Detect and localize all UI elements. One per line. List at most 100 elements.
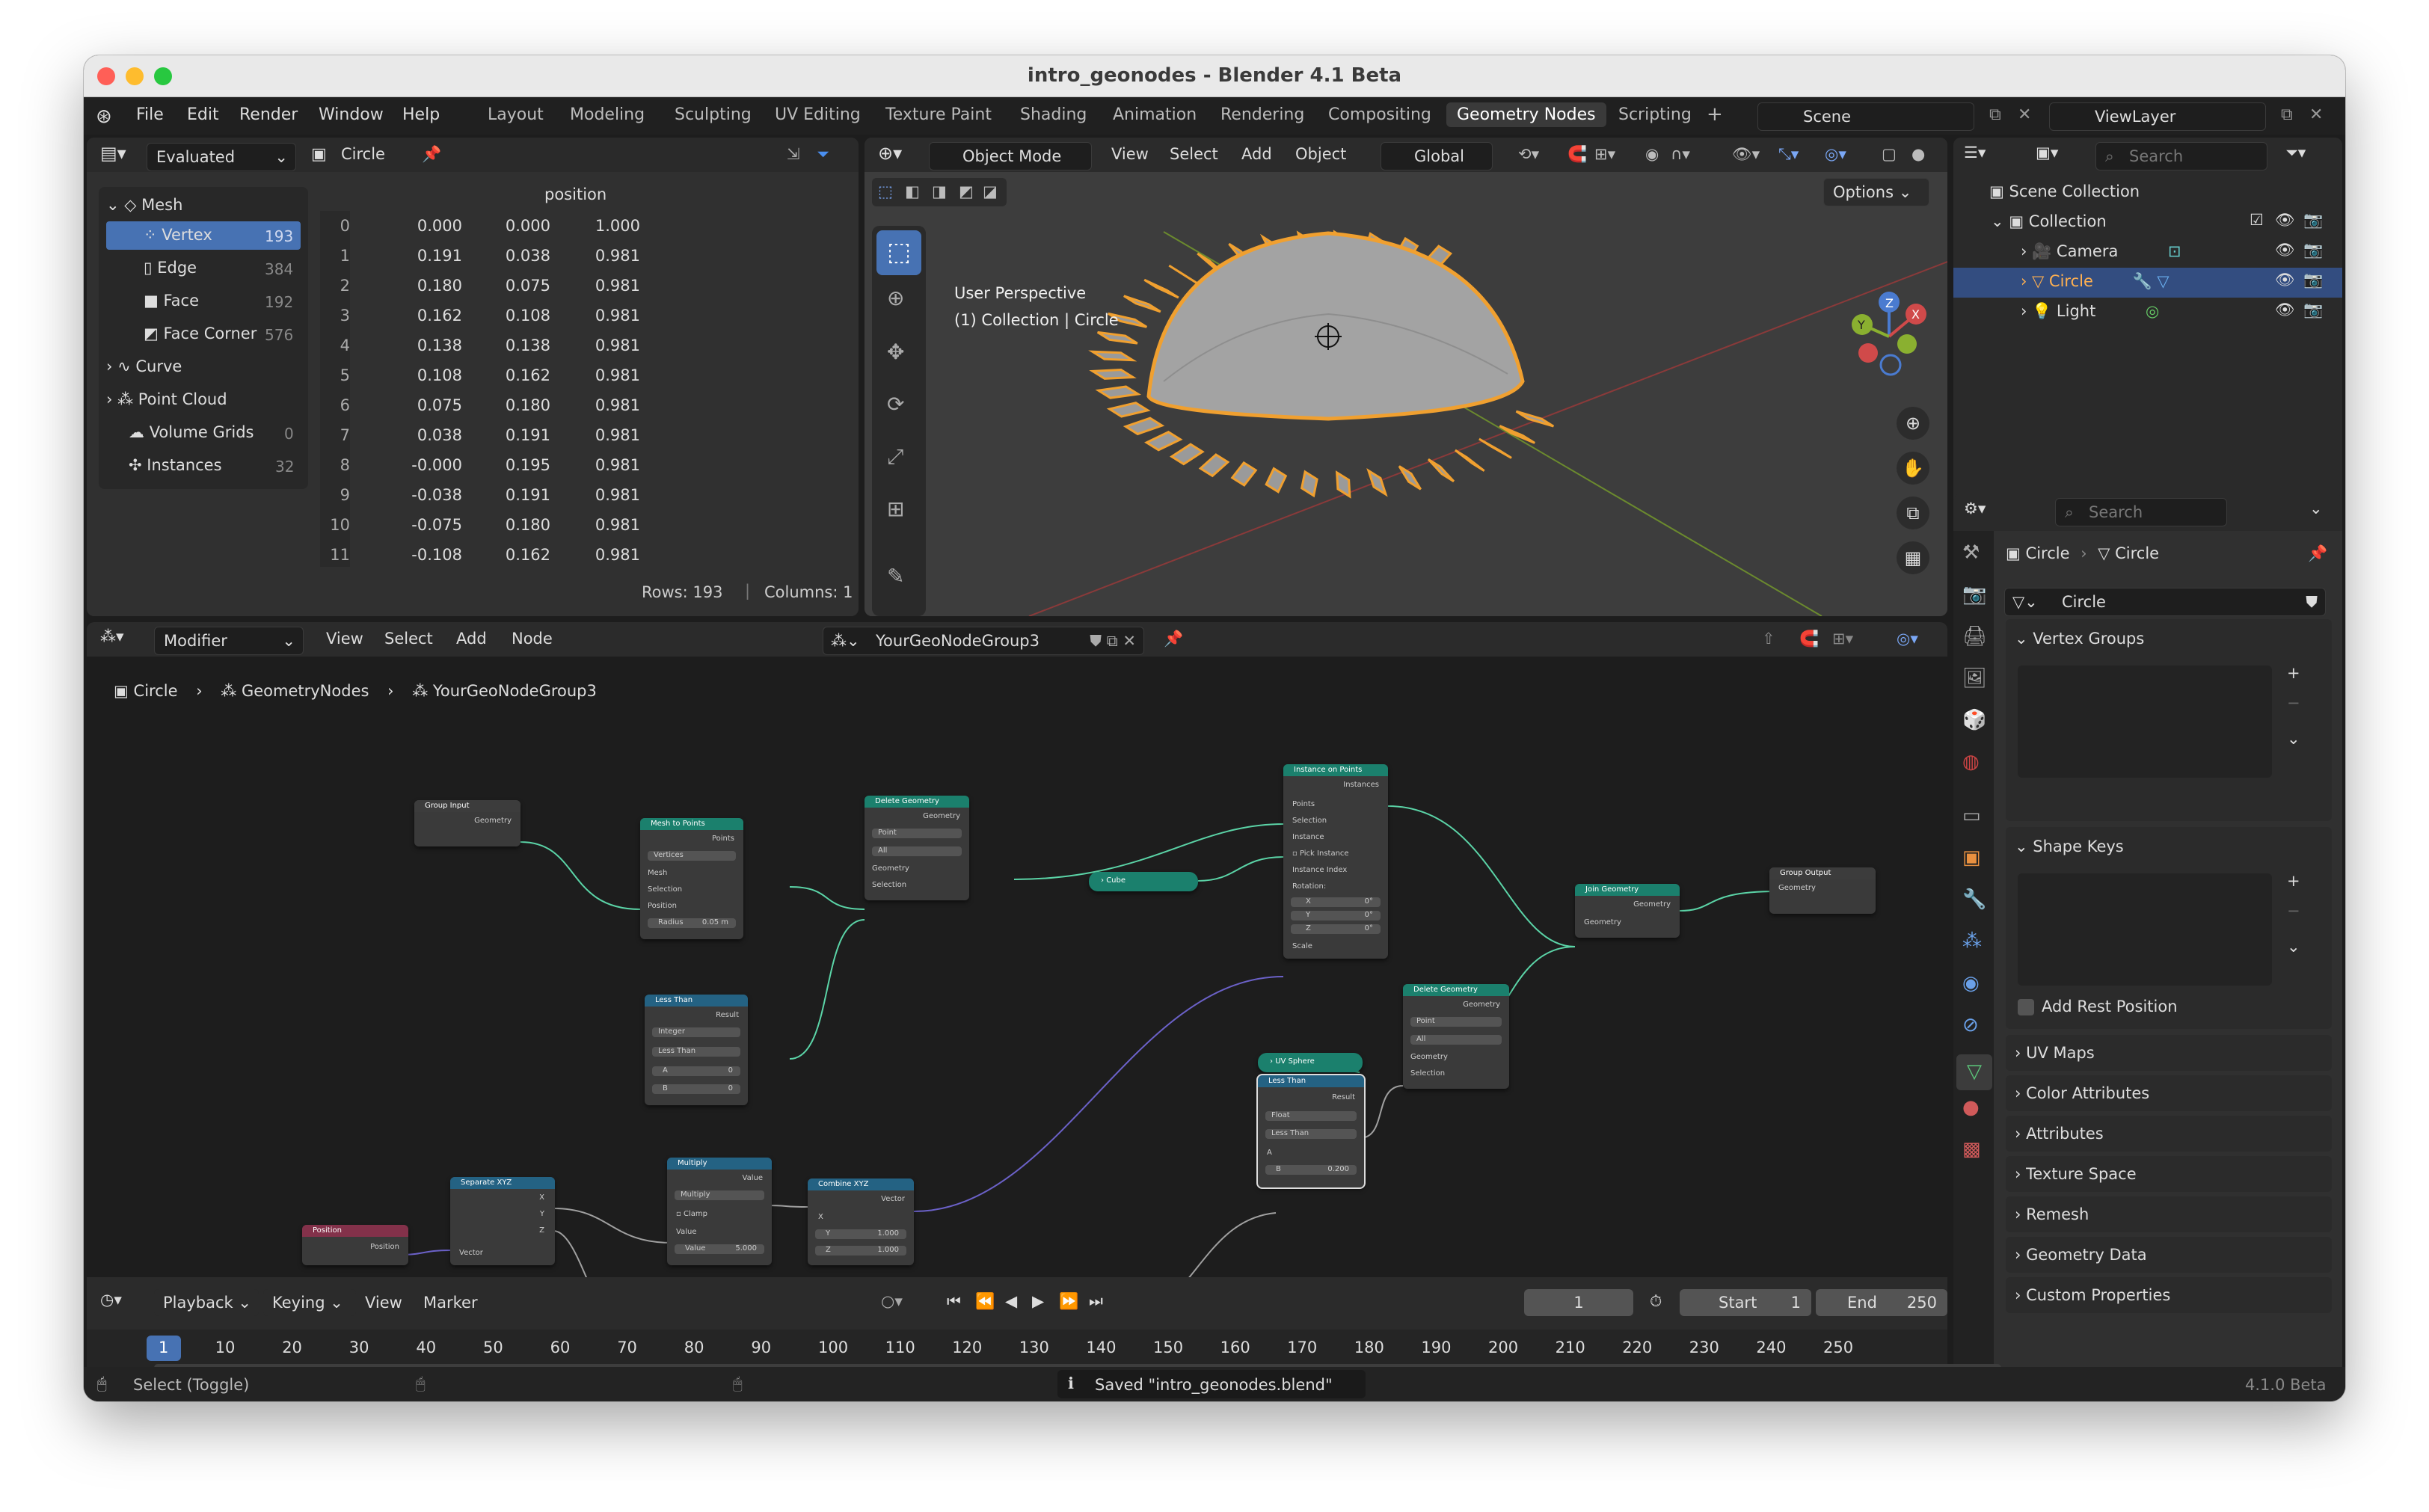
select-subtract-icon[interactable]: ◨ [932, 182, 947, 200]
tab-rendering[interactable]: Rendering [1220, 105, 1304, 124]
transform-tool-icon[interactable]: ⊞ [887, 497, 904, 521]
node-cube-collapsed[interactable]: › Cube [1089, 872, 1198, 891]
jump-start-icon[interactable]: ⏮ [947, 1292, 961, 1311]
domain-face[interactable]: ■ Face [144, 292, 199, 310]
select-intersect-icon[interactable]: ◪ [983, 182, 998, 200]
outliner-editor-type-icon[interactable]: ☰▾ [1964, 144, 1986, 162]
geometry-node-editor[interactable]: ⁂▾ Modifier ⌄ View Select Add Node ⁂⌄ Your… [87, 622, 1947, 1331]
start-frame-field[interactable]: Start 1 [1680, 1289, 1811, 1316]
tab-animation[interactable]: Animation [1113, 105, 1197, 124]
node-separate-xyz[interactable]: Separate XYZ X Y Z Vector [450, 1177, 555, 1265]
add-workspace-icon[interactable]: + [1707, 103, 1723, 126]
timeline-menu-view[interactable]: View [365, 1294, 402, 1312]
editor-type-icon[interactable]: ▤▾ [100, 143, 126, 164]
world-tab-icon[interactable]: ◍ [1962, 751, 1980, 773]
selected-only-icon[interactable]: ⇲ [787, 145, 800, 163]
timeline-menu-marker[interactable]: Marker [423, 1294, 478, 1312]
filter-icon[interactable]: ⏷ [817, 145, 829, 164]
outliner-circle[interactable]: › ▽ Circle 🔧 ▽ [2021, 272, 2169, 291]
tab-shading[interactable]: Shading [1020, 105, 1087, 124]
remove-vertex-group-icon[interactable]: − [2287, 694, 2300, 712]
modifier-tab-icon[interactable]: 🔧 [1962, 888, 1986, 911]
options-dropdown[interactable]: Options ⌄ [1823, 178, 1929, 206]
delete-view-layer-icon[interactable]: ✕ [2309, 105, 2323, 124]
vertex-group-specials-icon[interactable]: ⌄ [2287, 730, 2300, 748]
viewport-menu-view[interactable]: View [1111, 145, 1149, 163]
auto-keying-icon[interactable]: ○▾ [881, 1292, 903, 1310]
node-group-output[interactable]: Group Output Geometry [1769, 867, 1876, 914]
node-instance-on-points[interactable]: Instance on Points Instances Points Sele… [1283, 764, 1388, 959]
node-position[interactable]: Position Position [302, 1225, 408, 1265]
collection-render-camera-icon[interactable]: 📷 [2303, 211, 2323, 230]
collection-visibility-eye-icon[interactable]: 👁 [2275, 211, 2295, 230]
tab-texture-paint[interactable]: Texture Paint [885, 105, 992, 124]
xray-icon[interactable]: ▢ [1882, 145, 1897, 163]
evaluation-mode-dropdown[interactable]: Evaluated ⌄ [147, 143, 296, 171]
scene-selector[interactable]: Scene [1757, 102, 1974, 131]
blender-logo-icon[interactable]: ⊛ [96, 105, 112, 128]
mesh-data-selector[interactable]: ▽⌄ Circle ⛊ [2004, 588, 2326, 616]
add-shape-key-icon[interactable]: + [2287, 872, 2300, 890]
tab-compositing[interactable]: Compositing [1328, 105, 1431, 124]
attributes-panel[interactable]: › Attributes [2006, 1116, 2332, 1152]
move-tool-icon[interactable]: ✥ [887, 339, 904, 364]
new-scene-icon[interactable]: ⧉ [1989, 105, 2001, 124]
select-invert-icon[interactable]: ◩ [959, 182, 974, 200]
outliner-search[interactable]: ⌕ Search [2095, 142, 2267, 170]
viewport-menu-select[interactable]: Select [1170, 145, 1218, 163]
remesh-panel[interactable]: › Remesh [2006, 1196, 2332, 1232]
select-tool-icon[interactable]: ⬚ [876, 230, 921, 275]
properties-options-icon[interactable]: ⌄ [2309, 500, 2323, 517]
annotate-tool-icon[interactable]: ✎ [887, 564, 904, 588]
outliner-scene-collection[interactable]: ▣ Scene Collection [1989, 182, 2140, 200]
domain-face-corner[interactable]: ◩ Face Corner [144, 325, 257, 342]
zoom-icon[interactable]: ⊕ [1897, 407, 1929, 440]
camera-view-icon[interactable]: ⧉ [1897, 497, 1929, 529]
overlay-icon[interactable]: ◎▾ [1825, 145, 1846, 163]
add-vertex-group-icon[interactable]: + [2287, 664, 2300, 682]
output-tab-icon[interactable]: 🖨 [1962, 625, 1987, 648]
domain-edge[interactable]: ▯ Edge [144, 259, 197, 277]
light-visibility-eye-icon[interactable]: 👁 [2275, 301, 2295, 319]
data-tab-icon[interactable]: ▽ [1956, 1054, 1992, 1090]
current-frame-field[interactable]: 1 [1524, 1289, 1633, 1316]
transform-orientation-dropdown[interactable]: Global [1381, 142, 1493, 170]
node-mesh-to-points[interactable]: Mesh to Points Points Vertices Mesh Sele… [640, 818, 743, 939]
properties-search[interactable]: ⌕ Search [2055, 498, 2227, 526]
domain-volume-grids[interactable]: ☁ Volume Grids [129, 423, 254, 441]
playback-menu[interactable]: Playback ⌄ [154, 1289, 259, 1316]
play-icon[interactable]: ▶ [1032, 1292, 1044, 1310]
light-render-icon[interactable]: 📷 [2303, 301, 2323, 319]
outliner-collection[interactable]: ⌄ ▣ Collection [1991, 212, 2107, 230]
outliner-camera[interactable]: › 🎥 Camera ⊡ [2021, 242, 2181, 261]
snap-icon[interactable]: 🧲 [1567, 145, 1587, 164]
add-rest-position-checkbox[interactable]: Add Rest Position [2018, 998, 2178, 1015]
domain-instances[interactable]: ✣ Instances [129, 456, 222, 474]
stopwatch-icon[interactable]: ⏱ [1650, 1292, 1662, 1311]
select-extend-icon[interactable]: ◧ [905, 182, 920, 200]
pin-icon[interactable]: 📌 [422, 145, 441, 164]
3d-viewport[interactable]: ⊕▾ Object Mode View Select Add Object Gl… [865, 138, 1947, 616]
node-multiply[interactable]: Multiply Value Multiply ▫ Clamp Value Va… [667, 1158, 772, 1265]
custom-properties-panel[interactable]: › Custom Properties [2006, 1277, 2332, 1313]
constraints-tab-icon[interactable]: ⊘ [1962, 1014, 1979, 1036]
column-header-position[interactable]: position [544, 185, 607, 203]
viewport-editor-type-icon[interactable]: ⊕▾ [878, 143, 902, 164]
pivot-icon[interactable]: ⟲▾ [1518, 145, 1539, 163]
gizmo-icon[interactable]: ⤡▾ [1778, 145, 1799, 164]
tab-uv-editing[interactable]: UV Editing [775, 105, 861, 124]
outliner-light[interactable]: › 💡 Light ◎ [2021, 302, 2159, 321]
node-join-geometry[interactable]: Join Geometry Geometry Geometry [1575, 884, 1680, 938]
timeline-editor-type-icon[interactable]: ◷▾ [100, 1291, 122, 1309]
menu-edit[interactable]: Edit [187, 105, 219, 124]
node-less-than-2[interactable]: Less Than Result Float Less Than A B 0.20… [1256, 1074, 1366, 1189]
color-attributes-panel[interactable]: › Color Attributes [2006, 1075, 2332, 1111]
shape-keys-header[interactable]: ⌄ Shape Keys [2015, 838, 2124, 855]
jump-keyframe-forward-icon[interactable]: ⏩ [1059, 1292, 1078, 1311]
tab-modeling[interactable]: Modeling [570, 105, 645, 124]
domain-point-cloud[interactable]: › ⁂ Point Cloud [106, 390, 227, 408]
collection-checkbox[interactable]: ☑ [2250, 211, 2264, 229]
domain-vertex[interactable]: ⁘ Vertex [144, 226, 212, 244]
shape-key-specials-icon[interactable]: ⌄ [2287, 938, 2300, 956]
tab-geometry-nodes[interactable]: Geometry Nodes [1446, 102, 1606, 127]
